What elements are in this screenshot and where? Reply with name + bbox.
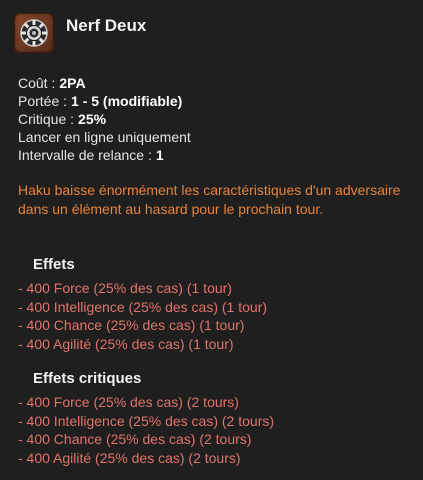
stat-line-only: Lancer en ligne uniquement: [18, 128, 191, 146]
spell-title: Nerf Deux: [66, 16, 147, 35]
stat-critical: Critique :25%: [18, 110, 191, 128]
spell-description: Haku baisse énormément les caractéristiq…: [18, 182, 401, 217]
stat-label: Lancer en ligne uniquement: [18, 129, 191, 145]
stat-range: Portée :1 - 5 (modifiable): [18, 92, 191, 110]
critical-effects-heading: Effets critiques: [33, 370, 142, 387]
effect-line: - 400 Force (25% des cas) (2 tours): [18, 394, 239, 410]
effect-line: - 400 Force (25% des cas) (1 tour): [18, 280, 232, 296]
stat-value: 25%: [78, 111, 107, 127]
spell-tooltip: Nerf Deux Coût :2PA Portée :1 - 5 (modif…: [0, 0, 423, 480]
spell-header: Nerf Deux: [14, 12, 146, 54]
critical-effects-list: - 400 Force (25% des cas) (2 tours) - 40…: [18, 393, 274, 467]
stat-cost: Coût :2PA: [18, 74, 191, 92]
effect-line: - 400 Agilité (25% des cas) (1 tour): [18, 335, 234, 352]
stat-label: Intervalle de relance :: [18, 147, 152, 163]
stat-label: Coût :: [18, 75, 56, 91]
spell-stats: Coût :2PA Portée :1 - 5 (modifiable) Cri…: [18, 74, 191, 164]
stat-value: 1 - 5 (modifiable): [71, 93, 183, 109]
effects-list: - 400 Force (25% des cas) (1 tour) - 400…: [18, 279, 267, 353]
effects-heading: Effets: [33, 256, 75, 273]
effect-line: - 400 Chance (25% des cas) (1 tour): [18, 317, 245, 333]
stat-value: 2PA: [59, 75, 86, 91]
stat-value: 1: [155, 147, 164, 163]
stat-cooldown: Intervalle de relance :1: [18, 146, 191, 164]
effect-line: - 400 Intelligence (25% des cas) (1 tour…: [18, 298, 268, 315]
gear-wheel-spell-icon: [14, 13, 54, 53]
stat-label: Critique :: [18, 111, 75, 127]
effect-line: - 400 Chance (25% des cas) (2 tours): [18, 431, 252, 447]
stat-label: Portée :: [18, 93, 68, 109]
effect-line: - 400 Agilité (25% des cas) (2 tours): [18, 449, 241, 466]
effect-line: - 400 Intelligence (25% des cas) (2 tour…: [18, 412, 275, 429]
